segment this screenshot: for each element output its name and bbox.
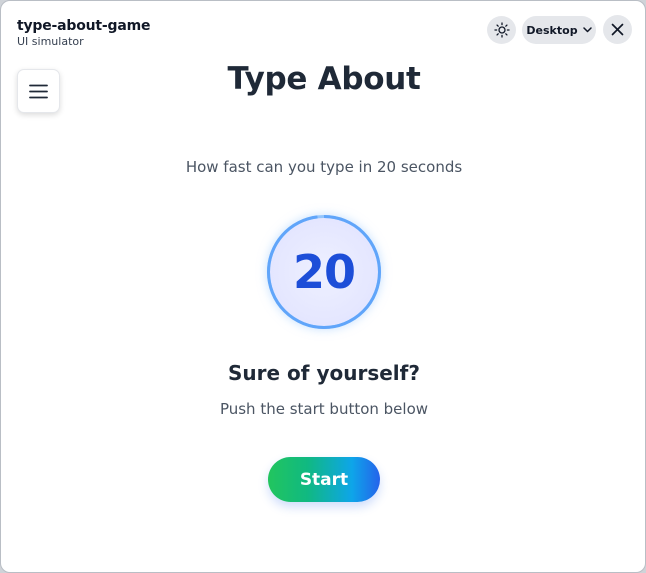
theme-toggle-button[interactable] [487, 16, 516, 44]
start-button[interactable]: Start [268, 457, 380, 502]
app-subtitle: UI simulator [17, 35, 84, 48]
app-window: type-about-game UI simulator Desktop Typ… [0, 0, 646, 573]
close-button[interactable] [603, 15, 632, 44]
prompt-text: Push the start button below [219, 400, 429, 418]
game-title: Type About [227, 61, 421, 97]
start-button-label: Start [299, 469, 349, 490]
device-select[interactable]: Desktop [522, 16, 596, 44]
app-title: type-about-game [17, 18, 151, 34]
game-tagline: How fast can you type in 20 seconds [185, 158, 463, 176]
sun-icon [493, 22, 510, 38]
timer-progress-ring [267, 215, 381, 329]
device-select-value: Desktop [526, 23, 578, 37]
chevron-down-icon [582, 27, 592, 33]
close-icon [611, 23, 624, 36]
prompt-heading: Sure of yourself? [228, 361, 420, 385]
